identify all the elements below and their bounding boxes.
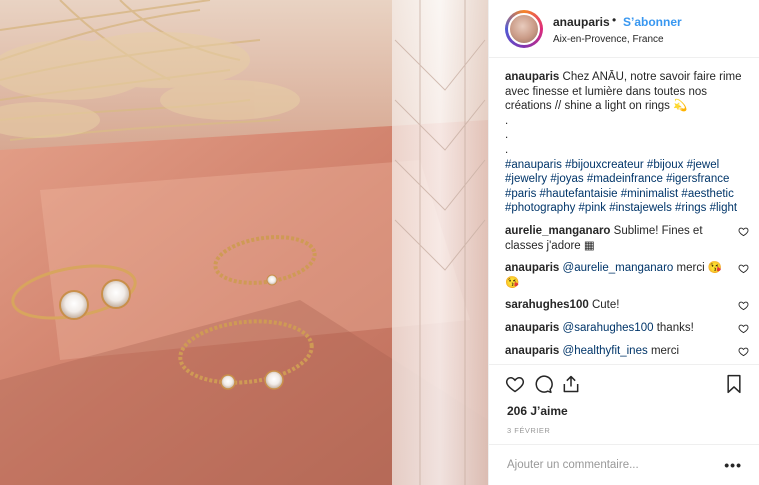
- add-comment-input[interactable]: [507, 456, 707, 474]
- action-bar: [489, 364, 759, 400]
- comment-mention[interactable]: @healthyfit_ines: [563, 345, 648, 357]
- post-photo[interactable]: [0, 0, 488, 485]
- rings-photo-illustration: [0, 0, 488, 485]
- comment-text: merci: [650, 344, 680, 357]
- comment-username[interactable]: anauparis: [505, 345, 559, 357]
- post-side-panel: anauparis • S’abonner Aix-en-Provence, F…: [488, 0, 759, 485]
- comment: aurelie_manganaro Sublime! Fines et clas…: [505, 224, 749, 253]
- caption-dot: .: [505, 129, 509, 142]
- heart-icon[interactable]: [738, 300, 749, 311]
- caption-dot: .: [505, 143, 509, 156]
- comment-username[interactable]: anauparis: [505, 262, 559, 274]
- more-options-button[interactable]: •••: [724, 457, 742, 473]
- header-username[interactable]: anauparis: [553, 15, 610, 29]
- heart-icon[interactable]: [738, 226, 749, 237]
- caption-dot: .: [505, 114, 509, 127]
- share-icon[interactable]: [561, 374, 581, 394]
- comment-username[interactable]: aurelie_manganaro: [505, 225, 610, 237]
- comment: sarahughes100 Cute!: [505, 298, 749, 313]
- location-link[interactable]: Aix-en-Provence, France: [553, 34, 664, 45]
- caption-username[interactable]: anauparis: [505, 71, 559, 83]
- comment-icon[interactable]: [533, 374, 553, 394]
- comment-text: Cute!: [591, 299, 620, 312]
- likes-count[interactable]: 206 J’aime: [507, 404, 568, 418]
- heart-icon[interactable]: [738, 323, 749, 334]
- heart-icon[interactable]: [738, 346, 749, 357]
- header-separator: •: [612, 13, 617, 27]
- heart-icon[interactable]: [505, 374, 525, 394]
- add-comment-bar: •••: [489, 444, 759, 485]
- post-date[interactable]: 3 FÉVRIER: [507, 426, 550, 435]
- instagram-post: anauparis • S’abonner Aix-en-Provence, F…: [0, 0, 759, 485]
- caption-hashtags[interactable]: #anauparis #bijouxcreateur #bijoux #jewe…: [505, 158, 745, 216]
- comment-username[interactable]: anauparis: [505, 322, 559, 334]
- comment-username[interactable]: sarahughes100: [505, 299, 589, 311]
- heart-icon[interactable]: [738, 263, 749, 274]
- comment: anauparis @sarahughes100 thanks!: [505, 321, 749, 336]
- comment: anauparis @aurelie_manganaro merci 😘😘: [505, 261, 749, 290]
- post-header: anauparis • S’abonner Aix-en-Provence, F…: [489, 0, 759, 58]
- post-caption: anauparis Chez ANĀU, notre savoir faire …: [505, 70, 745, 216]
- comment-text: thanks!: [656, 321, 694, 334]
- comment-mention[interactable]: @sarahughes100: [563, 322, 654, 334]
- comments-list[interactable]: anauparis Chez ANĀU, notre savoir faire …: [489, 58, 759, 364]
- avatar[interactable]: [508, 13, 540, 45]
- bookmark-icon[interactable]: [724, 374, 744, 394]
- story-ring[interactable]: [505, 10, 543, 48]
- comment-mention[interactable]: @aurelie_manganaro: [563, 262, 674, 274]
- follow-button[interactable]: S’abonner: [623, 15, 682, 29]
- comment: anauparis @healthyfit_ines merci: [505, 344, 749, 359]
